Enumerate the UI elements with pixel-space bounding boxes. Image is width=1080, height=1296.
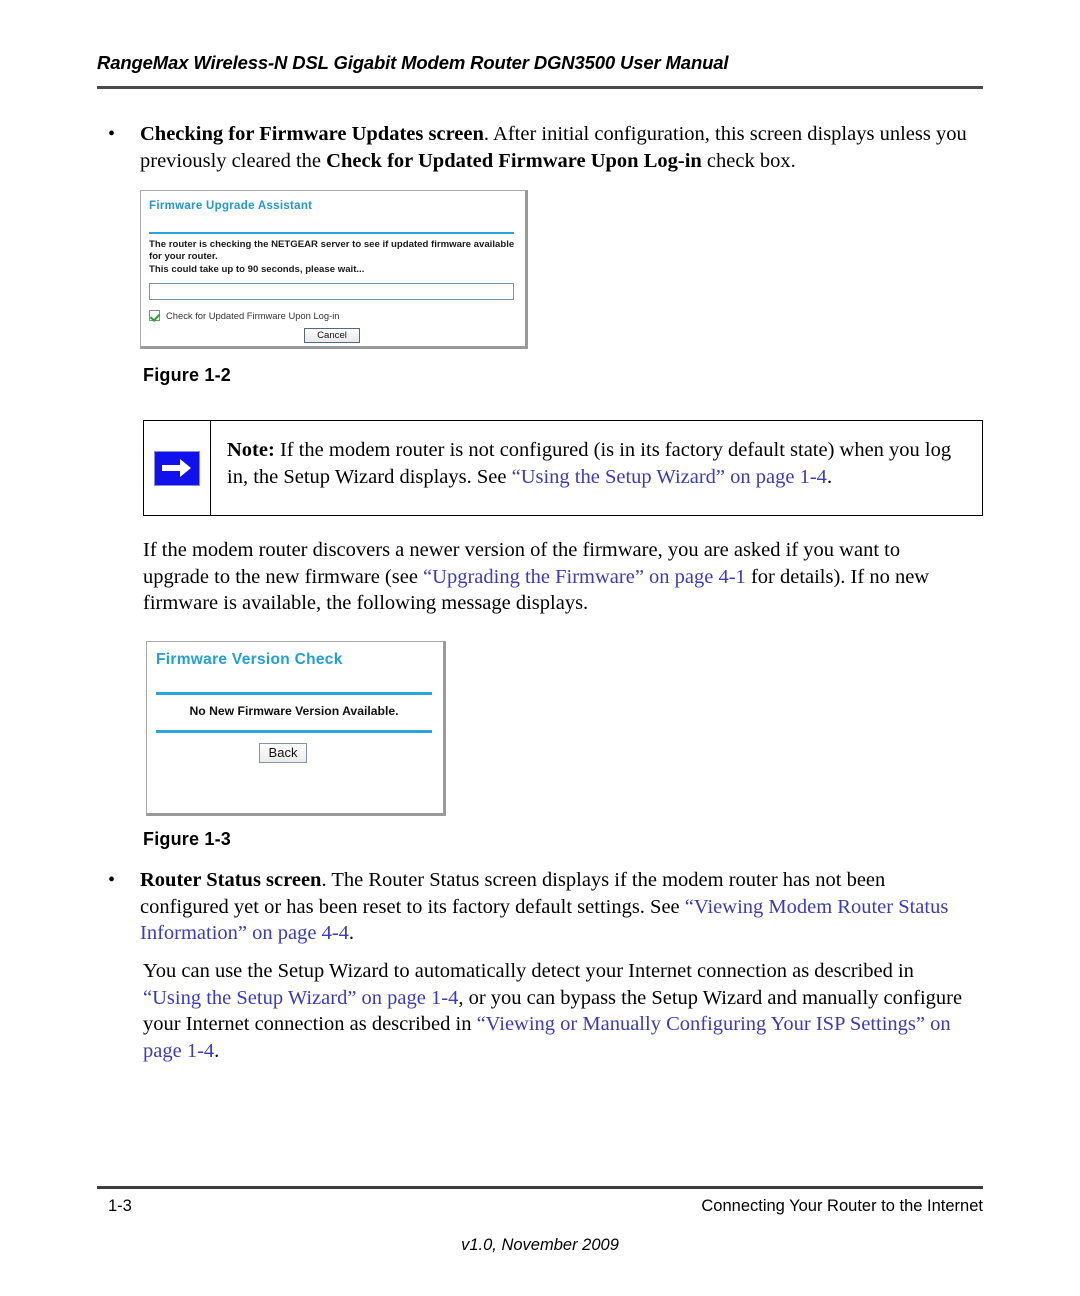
check-updated-firmware-checkbox[interactable] — [149, 310, 160, 321]
firmware-upgrade-assistant-panel: Firmware Upgrade Assistant The router is… — [140, 190, 528, 349]
panel-divider-bottom — [156, 730, 432, 733]
back-button[interactable]: Back — [259, 743, 307, 763]
setup-wizard-text-1: You can use the Setup Wizard to automati… — [143, 960, 914, 982]
document-version: v1.0, November 2009 — [461, 1236, 619, 1254]
panel-divider — [149, 232, 514, 234]
panel-title: Firmware Upgrade Assistant — [149, 200, 313, 212]
firmware-version-check-panel: Firmware Version Check No New Firmware V… — [146, 641, 446, 816]
bullet-router-status-text: Router Status screen. The Router Status … — [140, 867, 979, 947]
note-body-2: . — [826, 466, 833, 488]
footer-divider — [97, 1186, 983, 1189]
manual-title: RangeMax Wireless-N DSL Gigabit Modem Ro… — [97, 52, 729, 73]
note-label: Note: — [227, 439, 275, 461]
bullet-inline-bold: Check for Updated Firmware Upon Log-in — [326, 149, 702, 172]
bullet-marker: • — [108, 869, 116, 891]
bullet-lead-bold: Router Status screen — [140, 869, 322, 891]
header-divider — [97, 86, 983, 89]
bullet-lead-bold: Checking for Firmware Updates screen — [140, 123, 484, 145]
page-header: RangeMax Wireless-N DSL Gigabit Modem Ro… — [97, 52, 983, 74]
link-upgrading-the-firmware[interactable]: “Upgrading the Firmware” on page 4-1 — [423, 566, 746, 588]
bullet-firmware-updates-text: Checking for Firmware Updates screen. Af… — [140, 121, 979, 174]
panel-divider-top — [156, 692, 432, 695]
panel-message-line-2: This could take up to 90 seconds, please… — [149, 264, 365, 275]
figure-1-3-caption: Figure 1-3 — [143, 829, 232, 849]
bullet-body-2: check box. — [701, 149, 796, 172]
bullet-router-status: • Router Status screen. The Router Statu… — [104, 867, 979, 947]
note-icon-cell — [144, 421, 211, 515]
progress-status-field[interactable] — [149, 283, 514, 300]
page-number: 1-3 — [108, 1197, 132, 1215]
setup-wizard-text-3: . — [214, 1039, 220, 1062]
paragraph-setup-wizard: You can use the Setup Wizard to automati… — [143, 958, 970, 1064]
panel-message: No New Firmware Version Available. — [189, 704, 399, 718]
note-link-setup-wizard[interactable]: “Using the Setup Wizard” on page 1-4 — [512, 466, 827, 488]
note-callout: Note: If the modem router is not configu… — [143, 420, 983, 516]
panel-message-line-1: The router is checking the NETGEAR serve… — [149, 239, 515, 262]
chapter-name: Connecting Your Router to the Internet — [701, 1197, 983, 1215]
panel-title: Firmware Version Check — [156, 651, 343, 668]
paragraph-newer-version: If the modem router discovers a newer ve… — [143, 537, 970, 617]
note-paragraph: Note: If the modem router is not configu… — [227, 437, 968, 491]
bullet-marker: • — [108, 123, 116, 145]
note-text-cell: Note: If the modem router is not configu… — [211, 421, 982, 515]
link-using-the-setup-wizard[interactable]: “Using the Setup Wizard” on page 1-4 — [143, 987, 458, 1009]
check-updated-firmware-row[interactable]: Check for Updated Firmware Upon Log-in — [149, 310, 340, 321]
bullet-body-2: . — [348, 922, 355, 944]
check-updated-firmware-label: Check for Updated Firmware Upon Log-in — [166, 310, 340, 321]
figure-1-2-caption: Figure 1-2 — [143, 365, 232, 385]
bullet-firmware-updates: • Checking for Firmware Updates screen. … — [104, 121, 979, 174]
right-arrow-icon — [154, 450, 200, 486]
cancel-button[interactable]: Cancel — [304, 328, 360, 343]
